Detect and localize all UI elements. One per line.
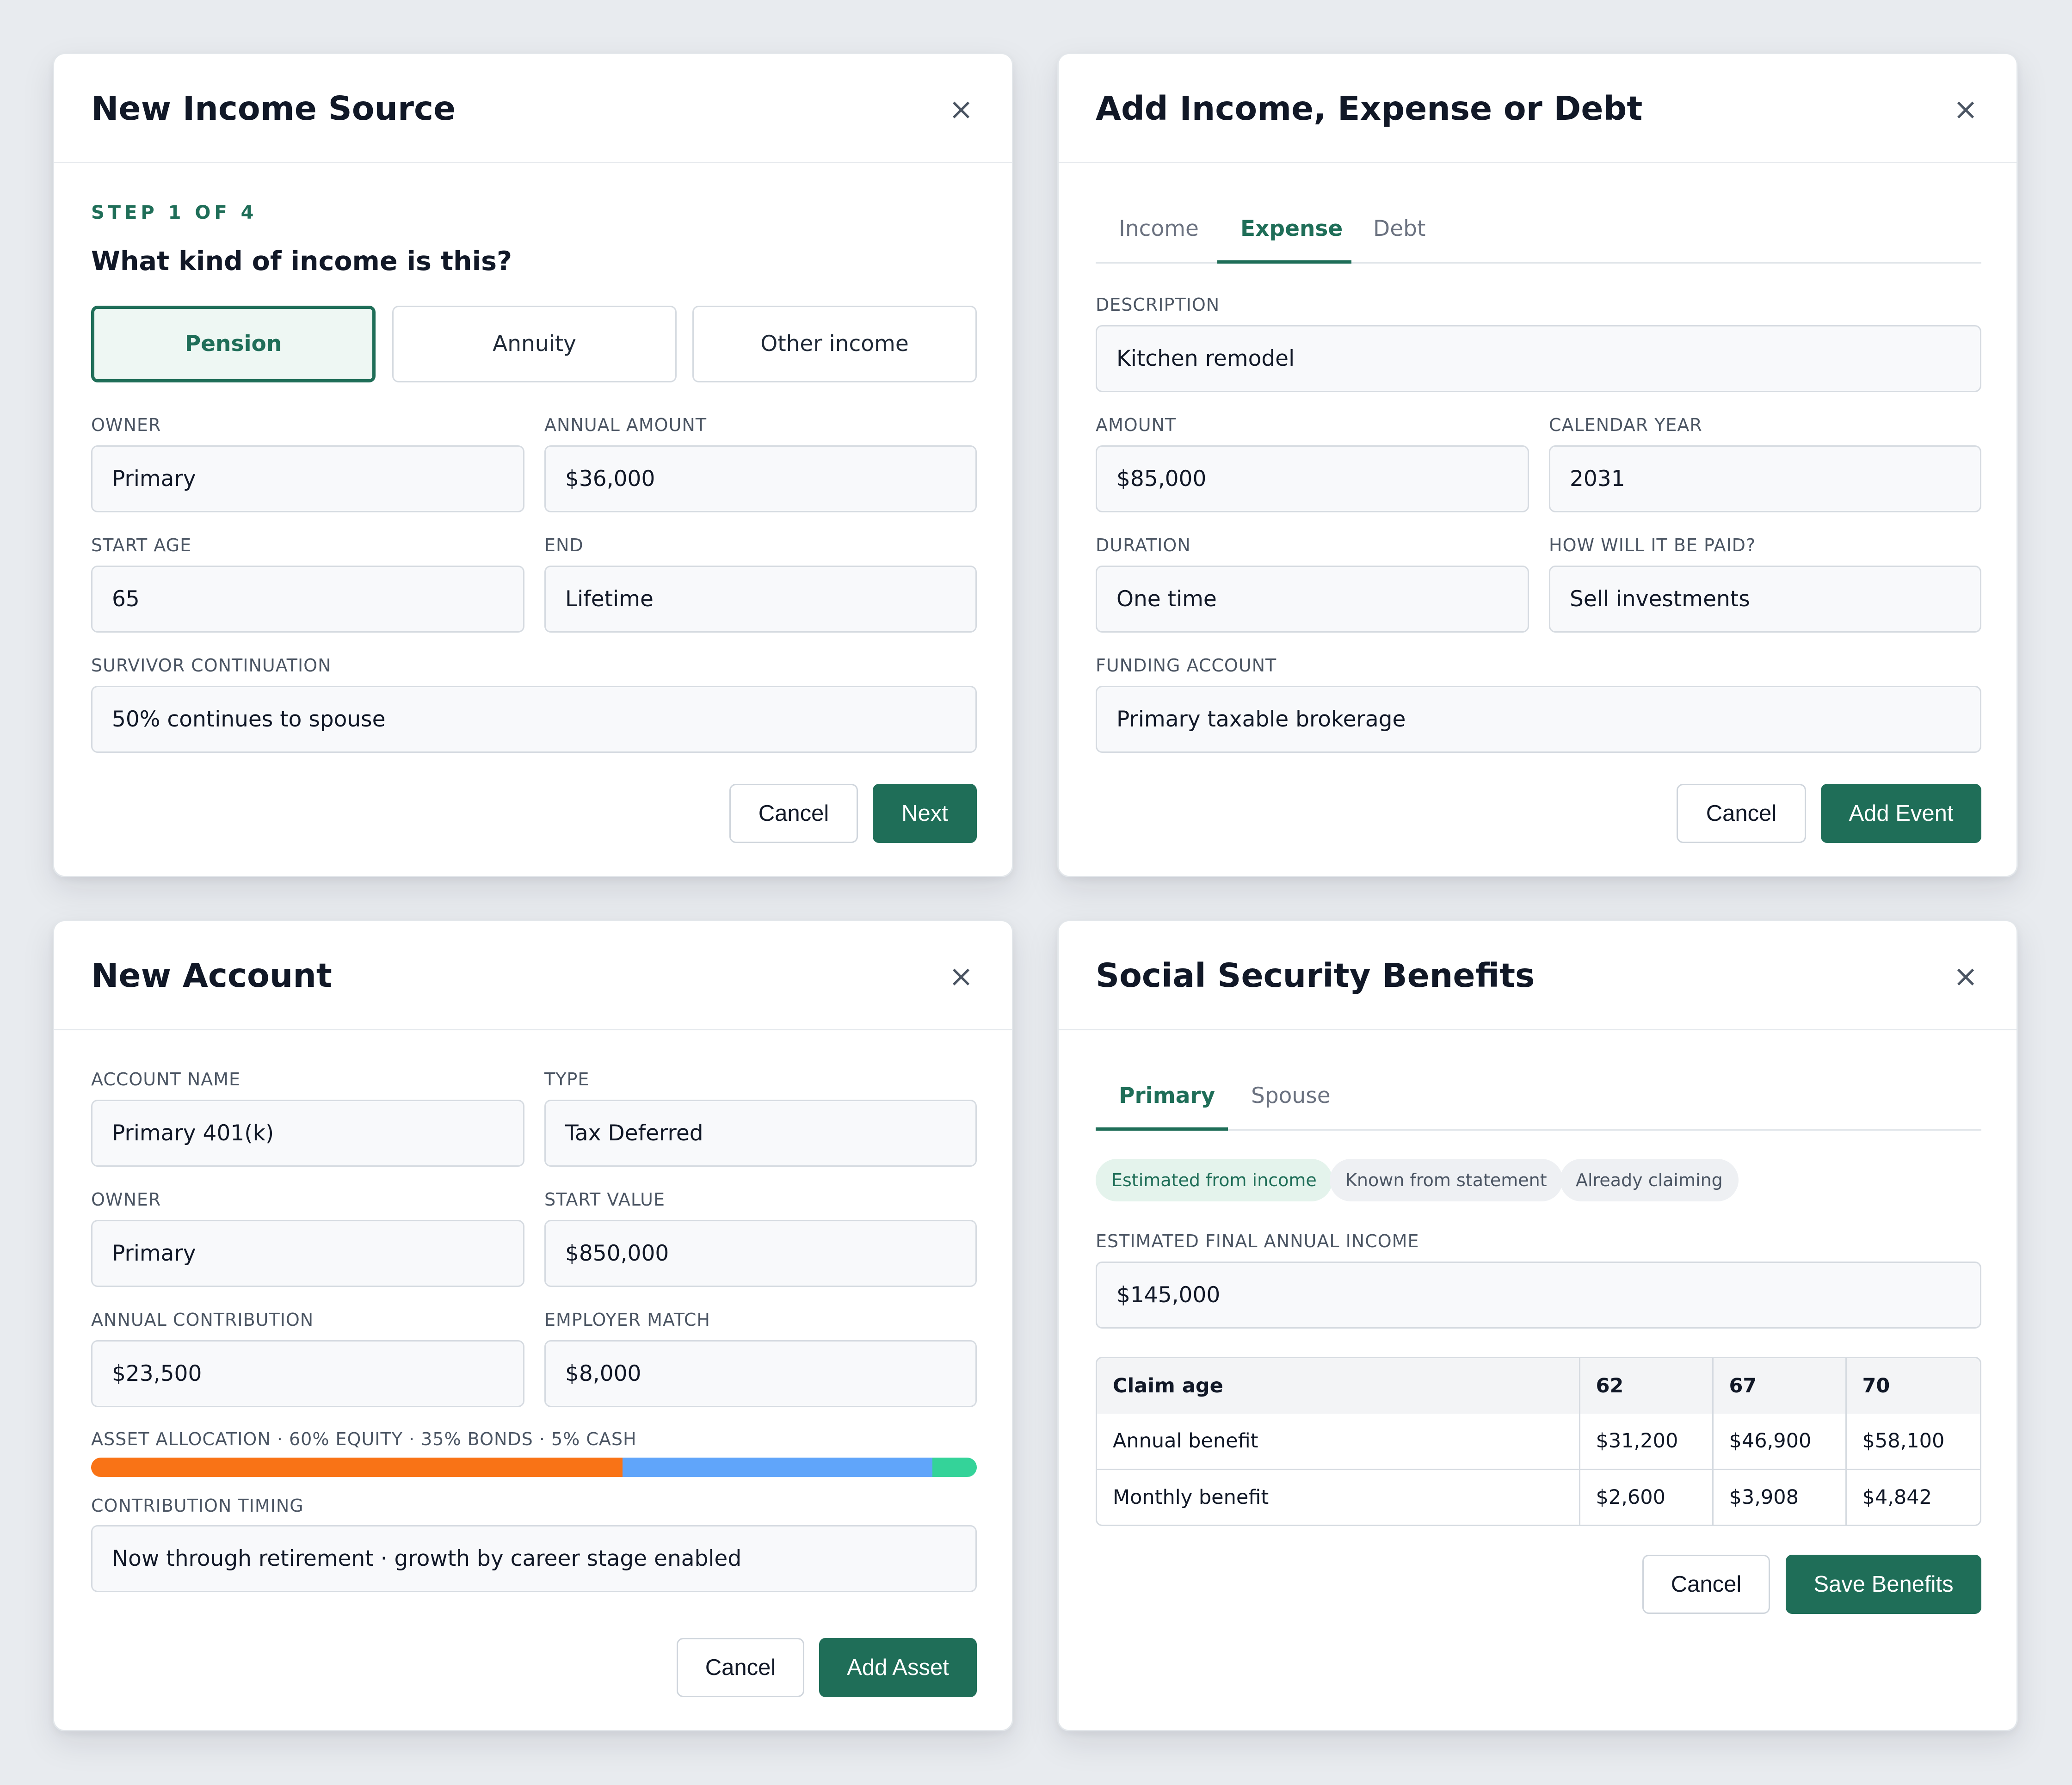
end-field[interactable]: Lifetime [544,566,977,633]
end-label: END [544,535,584,555]
table-row: Annual benefit $31,200 $46,900 $58,100 [1097,1414,1980,1470]
active-tab-indicator [1096,1127,1228,1131]
cancel-button[interactable]: Cancel [1677,784,1806,843]
contribution-timing-label: CONTRIBUTION TIMING [91,1496,304,1516]
chip-known-from-statement[interactable]: Known from statement [1330,1159,1563,1201]
income-type-annuity[interactable]: Annuity [392,306,677,382]
employer-match-label: EMPLOYER MATCH [544,1310,710,1330]
start-value-label: START VALUE [544,1189,665,1210]
chip-estimated-from-income[interactable]: Estimated from income [1096,1159,1332,1201]
annual-contribution-field[interactable]: $23,500 [91,1340,524,1407]
funding-account-field[interactable]: Primary taxable brokerage [1096,686,1981,753]
table-header-cell: 70 [1846,1358,1980,1414]
next-button[interactable]: Next [873,784,977,843]
description-label: DESCRIPTION [1096,295,1220,315]
duration-label: DURATION [1096,535,1191,555]
annual-amount-field[interactable]: $36,000 [544,445,977,512]
amount-field[interactable]: $85,000 [1096,445,1529,512]
survivor-field[interactable]: 50% continues to spouse [91,686,977,753]
amount-label: AMOUNT [1096,415,1177,435]
allocation-segment-bonds [623,1458,933,1477]
new-account-dialog: New Account × ACCOUNT NAME Primary 401(k… [53,920,1013,1731]
dialog-title: New Income Source [91,89,456,128]
owner-field[interactable]: Primary [91,1220,524,1287]
cancel-button[interactable]: Cancel [729,784,858,843]
calendar-year-field[interactable]: 2031 [1549,445,1981,512]
tab-primary[interactable]: Primary [1119,1083,1215,1108]
event-dialog: Add Income, Expense or Debt × Income Exp… [1057,53,2018,877]
add-asset-button[interactable]: Add Asset [819,1638,977,1697]
account-name-label: ACCOUNT NAME [91,1069,241,1089]
asset-allocation-label: ASSET ALLOCATION · 60% EQUITY · 35% BOND… [91,1429,637,1449]
calendar-year-label: CALENDAR YEAR [1549,415,1702,435]
payment-method-label: HOW WILL IT BE PAID? [1549,535,1756,555]
table-header-cell: Claim age [1097,1358,1580,1414]
table-row: Monthly benefit $2,600 $3,908 $4,842 [1097,1469,1980,1525]
table-cell: $31,200 [1579,1414,1714,1470]
table-cell: $2,600 [1579,1469,1714,1525]
annual-contribution-label: ANNUAL CONTRIBUTION [91,1310,314,1330]
income-source-dialog: New Income Source × STEP 1 OF 4 What kin… [53,53,1013,877]
table-cell: $58,100 [1846,1414,1980,1470]
table-cell: $46,900 [1713,1414,1847,1470]
table-cell: $3,908 [1713,1469,1847,1525]
table-header-cell: 62 [1579,1358,1714,1414]
tab-spouse[interactable]: Spouse [1251,1083,1331,1108]
description-field[interactable]: Kitchen remodel [1096,325,1981,392]
tab-divider [1096,1129,1981,1131]
dialog-title: Add Income, Expense or Debt [1096,89,1643,128]
cancel-button[interactable]: Cancel [677,1638,804,1697]
close-icon[interactable]: × [947,962,975,991]
close-icon[interactable]: × [1952,95,1980,124]
owner-label: OWNER [91,1189,161,1210]
tab-debt[interactable]: Debt [1373,216,1425,241]
survivor-label: SURVIVOR CONTINUATION [91,655,332,676]
table-cell: Monthly benefit [1097,1469,1580,1525]
employer-match-field[interactable]: $8,000 [544,1340,977,1407]
account-type-label: TYPE [544,1069,590,1089]
start-age-field[interactable]: 65 [91,566,524,633]
account-name-field[interactable]: Primary 401(k) [91,1100,524,1167]
add-event-button[interactable]: Add Event [1821,784,1981,843]
dialog-header: Add Income, Expense or Debt × [1059,54,2016,163]
table-header-cell: 67 [1713,1358,1847,1414]
contribution-timing-field[interactable]: Now through retirement · growth by caree… [91,1525,977,1592]
owner-field[interactable]: Primary [91,445,524,512]
step-indicator: STEP 1 OF 4 [91,202,258,223]
active-tab-indicator [1217,260,1351,264]
allocation-segment-equity [91,1458,623,1477]
dialog-header: New Account × [54,921,1012,1030]
dialog-title: New Account [91,956,332,995]
close-icon[interactable]: × [1952,962,1980,991]
benefits-table: Claim age 62 67 70 Annual benefit $31,20… [1096,1357,1981,1526]
table-cell: $4,842 [1862,1485,1932,1509]
chip-already-claiming[interactable]: Already claiming [1560,1159,1739,1201]
table-header-row: Claim age 62 67 70 [1097,1358,1980,1414]
cancel-button[interactable]: Cancel [1642,1555,1770,1614]
social-security-dialog: Social Security Benefits × Primary Spous… [1057,920,2018,1731]
dialog-header: New Income Source × [54,54,1012,163]
owner-label: OWNER [91,415,161,435]
table-cell: Annual benefit [1097,1414,1580,1470]
start-age-label: START AGE [91,535,192,555]
income-type-pension[interactable]: Pension [91,306,376,382]
dialog-title: Social Security Benefits [1096,956,1535,995]
payment-method-field[interactable]: Sell investments [1549,566,1981,633]
start-value-field[interactable]: $850,000 [544,1220,977,1287]
duration-field[interactable]: One time [1096,566,1529,633]
tab-income[interactable]: Income [1119,216,1199,241]
save-benefits-button[interactable]: Save Benefits [1786,1555,1981,1614]
income-type-other[interactable]: Other income [692,306,977,382]
account-type-field[interactable]: Tax Deferred [544,1100,977,1167]
asset-allocation-bar [91,1458,977,1477]
final-income-field[interactable]: $145,000 [1096,1262,1981,1329]
allocation-segment-cash [932,1458,977,1477]
question-heading: What kind of income is this? [91,246,512,277]
tab-expense[interactable]: Expense [1240,216,1343,241]
annual-amount-label: ANNUAL AMOUNT [544,415,707,435]
dialog-header: Social Security Benefits × [1059,921,2016,1030]
funding-account-label: FUNDING ACCOUNT [1096,655,1277,676]
close-icon[interactable]: × [947,95,975,124]
final-income-label: ESTIMATED FINAL ANNUAL INCOME [1096,1231,1419,1251]
